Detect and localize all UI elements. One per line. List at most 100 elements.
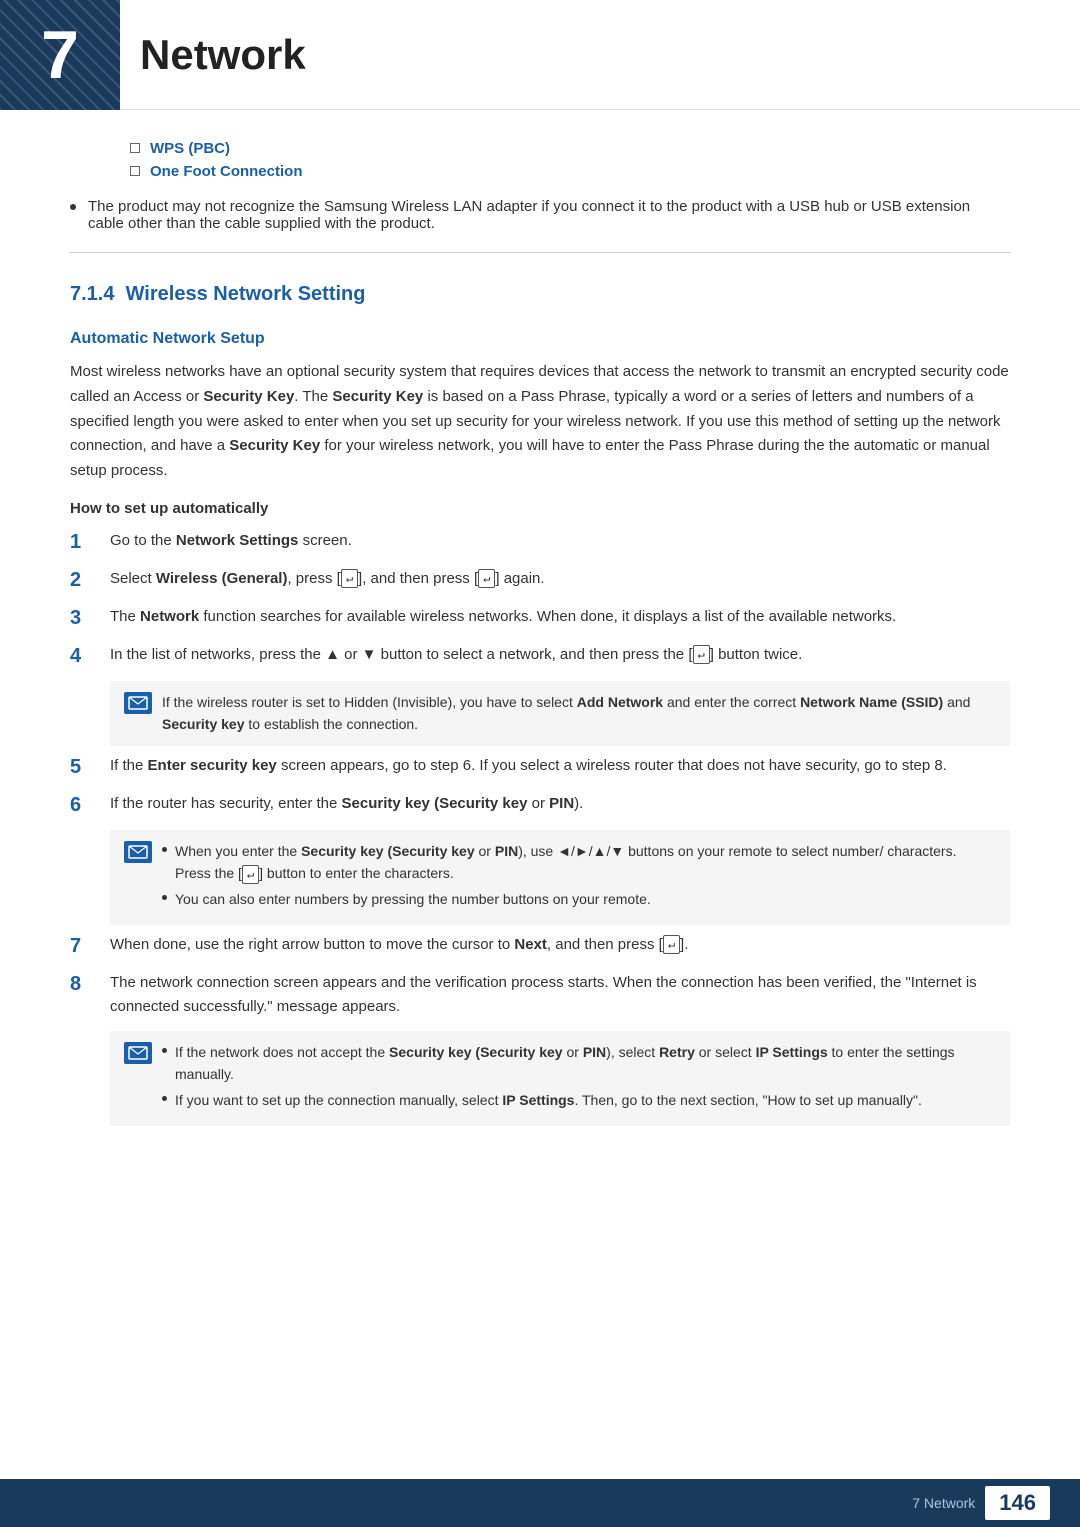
intro-bold-1: Security Key bbox=[203, 388, 294, 405]
step-3-text: The Network function searches for availa… bbox=[110, 605, 1010, 629]
note-icon-svg-8 bbox=[128, 1046, 148, 1060]
note-8-text-2: If you want to set up the connection man… bbox=[175, 1089, 922, 1111]
note-6-dot-1 bbox=[162, 847, 167, 852]
enter-key-3: ↵ bbox=[693, 645, 710, 664]
note-8-bullets: If the network does not accept the Secur… bbox=[162, 1041, 996, 1112]
note-8-container: If the network does not accept the Secur… bbox=[70, 1031, 1010, 1126]
note-8-b2: PIN bbox=[583, 1044, 606, 1060]
enter-key-2: ↵ bbox=[478, 569, 495, 588]
chapter-number: 7 bbox=[41, 21, 79, 89]
note-icon-6 bbox=[124, 841, 152, 863]
step-7: 7 When done, use the right arrow button … bbox=[70, 933, 1010, 959]
note-8-content: If the network does not accept the Secur… bbox=[162, 1041, 996, 1116]
chapter-title: Network bbox=[140, 31, 306, 79]
note-8-bullet-2: If you want to set up the connection man… bbox=[162, 1089, 996, 1111]
intro-bold-3: Security Key bbox=[229, 437, 320, 454]
step-4-number: 4 bbox=[70, 643, 100, 669]
how-to-heading: How to set up automatically bbox=[70, 500, 1010, 517]
step-5: 5 If the Enter security key screen appea… bbox=[70, 754, 1010, 780]
note-box-6: When you enter the Security key (Securit… bbox=[110, 830, 1010, 925]
step-8-number: 8 bbox=[70, 971, 100, 997]
note-6-container: When you enter the Security key (Securit… bbox=[70, 830, 1010, 925]
note-4-bold-1: Add Network bbox=[577, 694, 663, 710]
enter-key-1: ↵ bbox=[341, 569, 358, 588]
note-8-dot-2 bbox=[162, 1096, 167, 1101]
step-7-text: When done, use the right arrow button to… bbox=[110, 933, 1010, 957]
page: 7 Network WPS (PBC) One Foot Connection … bbox=[0, 0, 1080, 1527]
step-7-number: 7 bbox=[70, 933, 100, 959]
note-6-bullet-1: When you enter the Security key (Securit… bbox=[162, 840, 996, 885]
step-3-number: 3 bbox=[70, 605, 100, 631]
note-4-bold-2: Network Name (SSID) bbox=[800, 694, 943, 710]
main-bullet-usb: The product may not recognize the Samsun… bbox=[70, 198, 1010, 232]
step-4-text: In the list of networks, press the ▲ or … bbox=[110, 643, 1010, 667]
wps-link[interactable]: WPS (PBC) bbox=[150, 140, 230, 157]
note-8-b4: IP Settings bbox=[756, 1044, 828, 1060]
section-number: 7.1.4 bbox=[70, 283, 114, 305]
note-6-b2: PIN bbox=[495, 843, 518, 859]
ofc-link[interactable]: One Foot Connection bbox=[150, 163, 302, 180]
top-bullets: WPS (PBC) One Foot Connection bbox=[70, 140, 1010, 180]
step-4: 4 In the list of networks, press the ▲ o… bbox=[70, 643, 1010, 669]
subsection-heading: Automatic Network Setup bbox=[70, 330, 1010, 348]
sub-bullet-ofc: One Foot Connection bbox=[110, 163, 1010, 180]
step-5-number: 5 bbox=[70, 754, 100, 780]
intro-bold-2: Security Key bbox=[332, 388, 423, 405]
step-1: 1 Go to the Network Settings screen. bbox=[70, 529, 1010, 555]
page-footer: 7 Network 146 bbox=[0, 1479, 1080, 1527]
note-8-b3: Retry bbox=[659, 1044, 695, 1060]
note-8-text-1: If the network does not accept the Secur… bbox=[175, 1041, 996, 1086]
footer-chapter-label: 7 Network bbox=[912, 1495, 975, 1511]
note-6-content: When you enter the Security key (Securit… bbox=[162, 840, 996, 915]
enter-key-6: ↵ bbox=[242, 865, 259, 884]
step-1-text: Go to the Network Settings screen. bbox=[110, 529, 1010, 553]
step-8: 8 The network connection screen appears … bbox=[70, 971, 1010, 1019]
note-6-text-1: When you enter the Security key (Securit… bbox=[175, 840, 996, 885]
note-8-bullet-1: If the network does not accept the Secur… bbox=[162, 1041, 996, 1086]
step-2: 2 Select Wireless (General), press [↵], … bbox=[70, 567, 1010, 593]
step-8-text: The network connection screen appears an… bbox=[110, 971, 1010, 1019]
note-6-bullet-2: You can also enter numbers by pressing t… bbox=[162, 888, 996, 910]
note-4-container: If the wireless router is set to Hidden … bbox=[70, 681, 1010, 746]
note-box-8: If the network does not accept the Secur… bbox=[110, 1031, 1010, 1126]
chapter-number-block: 7 bbox=[0, 0, 120, 110]
step-6-text: If the router has security, enter the Se… bbox=[110, 792, 1010, 816]
step-6: 6 If the router has security, enter the … bbox=[70, 792, 1010, 818]
step-2-number: 2 bbox=[70, 567, 100, 593]
section-title: Wireless Network Setting bbox=[126, 283, 366, 305]
sub-bullet-wps: WPS (PBC) bbox=[110, 140, 1010, 157]
step-6-number: 6 bbox=[70, 792, 100, 818]
chapter-header: 7 Network bbox=[0, 0, 1080, 110]
sub-bullet-icon bbox=[130, 143, 140, 153]
note-6-bullets: When you enter the Security key (Securit… bbox=[162, 840, 996, 911]
note-4-bold-3: Security key bbox=[162, 716, 245, 732]
note-8-dot-1 bbox=[162, 1048, 167, 1053]
note-icon-8 bbox=[124, 1042, 152, 1064]
step-5-bold: Enter security key bbox=[148, 757, 277, 774]
enter-key-7: ↵ bbox=[663, 935, 680, 954]
step-3-bold: Network bbox=[140, 608, 199, 625]
intro-mid-1: . The bbox=[294, 388, 332, 405]
sub-bullet-icon-2 bbox=[130, 166, 140, 176]
main-bullet-dot bbox=[70, 204, 76, 210]
note-icon-4 bbox=[124, 692, 152, 714]
step-6-bold-2: PIN bbox=[549, 795, 574, 812]
note-4-text: If the wireless router is set to Hidden … bbox=[162, 691, 996, 736]
step-2-text: Select Wireless (General), press [↵], an… bbox=[110, 567, 1010, 591]
note-6-b1: Security key (Security key bbox=[301, 843, 475, 859]
note-8-b1: Security key (Security key bbox=[389, 1044, 563, 1060]
step-3: 3 The Network function searches for avai… bbox=[70, 605, 1010, 631]
note-box-4: If the wireless router is set to Hidden … bbox=[110, 681, 1010, 746]
section-heading: 7.1.4 Wireless Network Setting bbox=[70, 283, 1010, 310]
step-1-bold: Network Settings bbox=[176, 532, 299, 549]
main-bullet-text: The product may not recognize the Samsun… bbox=[88, 198, 1010, 232]
intro-paragraph: Most wireless networks have an optional … bbox=[70, 360, 1010, 484]
step-2-bold: Wireless (General) bbox=[156, 570, 288, 587]
note-8-b5: IP Settings bbox=[502, 1092, 574, 1108]
note-6-text-2: You can also enter numbers by pressing t… bbox=[175, 888, 651, 910]
main-content: WPS (PBC) One Foot Connection The produc… bbox=[0, 110, 1080, 1196]
note-icon-svg-6 bbox=[128, 845, 148, 859]
footer-page-number: 146 bbox=[985, 1486, 1050, 1520]
note-icon-svg-4 bbox=[128, 696, 148, 710]
step-5-text: If the Enter security key screen appears… bbox=[110, 754, 1010, 778]
